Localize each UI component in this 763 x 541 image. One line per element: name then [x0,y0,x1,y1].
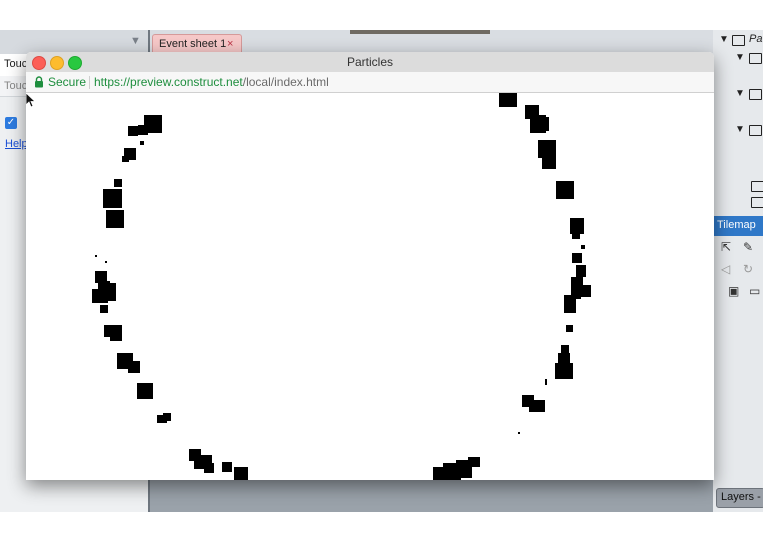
left-panel-tab-strip: ▼ [0,30,148,54]
eraser-tool-icon[interactable]: ◁ [721,262,730,276]
url-text[interactable]: https://preview.construct.net/local/inde… [94,75,329,89]
tab-event-sheet-label: Event sheet 1 [159,38,227,50]
folder-icon [732,35,745,46]
project-panel: ▼ Pa ▼ ▼ ▼ Tilemap ⇱ ✎ ◁ ↻ ▣ ▭ Layers - [713,30,763,512]
folder-icon [751,197,763,208]
folder-icon [749,89,762,100]
folder-icon [749,53,762,64]
tree-label: Pa [749,33,763,45]
game-canvas[interactable] [26,93,714,480]
dropdown-arrow-icon[interactable]: ▼ [130,35,141,47]
url-path: /local/index.html [242,75,329,89]
folder-icon [749,125,762,136]
address-divider [89,76,90,89]
tab-layers[interactable]: Layers - [716,488,763,508]
expand-arrow-icon[interactable]: ▼ [735,88,745,99]
tilemap-header-label: Tilemap [717,219,756,231]
cursor-icon [26,93,36,108]
preview-window: Particles Secure https://preview.constru… [26,52,714,480]
rotate-tool-icon[interactable]: ↻ [743,262,753,276]
expand-arrow-icon[interactable]: ▼ [735,124,745,135]
close-icon[interactable]: × [227,38,233,50]
particles-layer [92,93,591,480]
toolbar-thumbnail [350,30,490,34]
tab-layers-label: Layers - [721,491,761,503]
expand-arrow-icon[interactable]: ▼ [735,52,745,63]
particle-ring [92,93,591,480]
properties-row-label: Touc [4,58,28,70]
secure-label: Secure [48,75,87,89]
page-margin [0,512,763,541]
open-folder-icon[interactable]: ▭ [749,284,760,298]
folder-icon [751,181,763,192]
url-host: https://preview.construct.net [94,75,243,89]
address-bar[interactable]: Secure https://preview.construct.net/loc… [26,72,714,93]
window-title: Particles [346,55,393,69]
save-icon[interactable]: ▣ [728,284,739,298]
expand-arrow-icon[interactable]: ▼ [719,34,729,45]
tilemap-panel-header: Tilemap [713,216,763,236]
pencil-tool-icon[interactable]: ✎ [743,240,753,254]
help-link[interactable]: Help [5,138,28,150]
properties-row-label: Touc [4,80,28,92]
window-titlebar[interactable]: Particles [26,52,714,73]
checkbox[interactable]: ✓ [5,117,17,129]
lock-icon [35,76,43,88]
pointer-tool-icon[interactable]: ⇱ [721,240,731,254]
